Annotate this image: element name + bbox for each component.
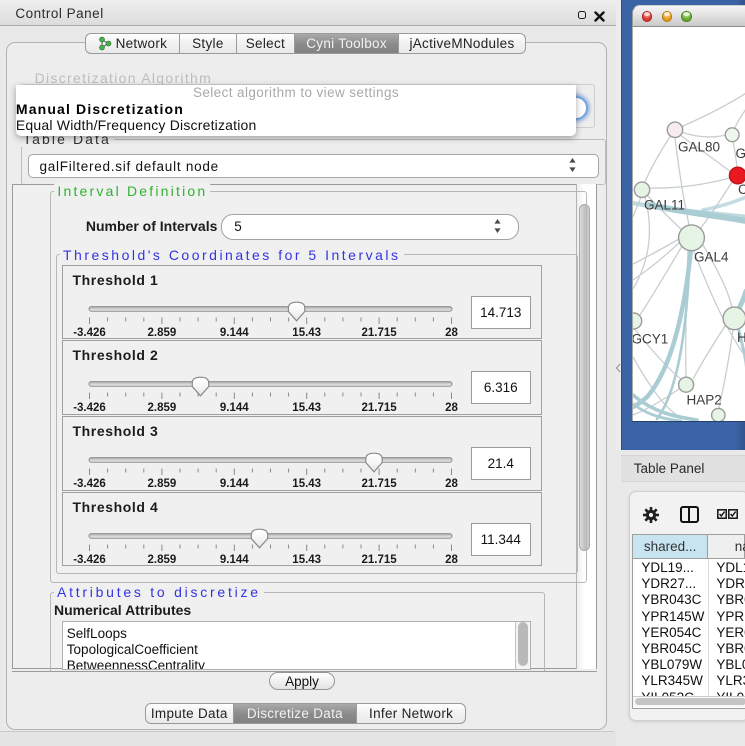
svg-text:HAP2: HAP2	[687, 393, 722, 408]
svg-text:H: H	[737, 330, 745, 345]
svg-text:GAL11: GAL11	[644, 198, 685, 213]
svg-text:GAL80: GAL80	[678, 140, 720, 155]
svg-text:GAL4: GAL4	[694, 250, 729, 265]
svg-text:GA: GA	[736, 146, 745, 161]
svg-text:C: C	[738, 182, 745, 197]
svg-text:GCY1: GCY1	[633, 332, 668, 347]
